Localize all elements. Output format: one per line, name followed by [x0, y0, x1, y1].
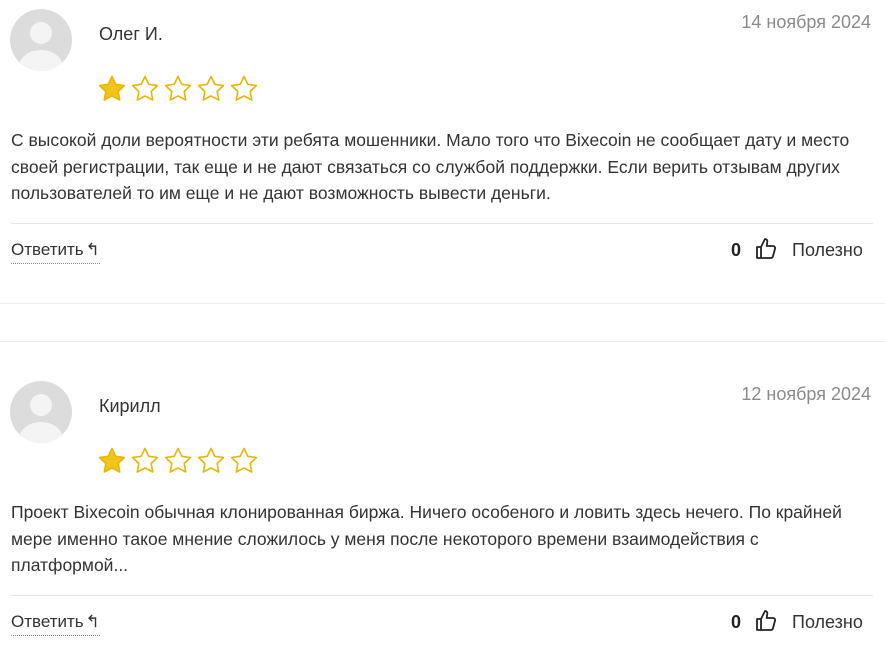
user-silhouette-icon — [19, 22, 63, 71]
rating-stars — [97, 446, 259, 476]
avatar — [10, 9, 72, 71]
star-icon — [164, 447, 192, 473]
helpful-count: 0 — [731, 240, 742, 260]
review-date: 14 ноября 2024 — [741, 12, 871, 32]
star-icon — [131, 447, 159, 473]
star-icon — [164, 75, 192, 101]
star-icon — [197, 447, 225, 473]
review-text: Проект Bixecoin обычная клонированная би… — [11, 502, 842, 575]
star-icon — [131, 75, 159, 101]
star-icon — [197, 75, 225, 101]
reply-label: Ответить — [11, 240, 84, 259]
thumbs-up-icon[interactable] — [754, 237, 778, 261]
reply-arrow-icon: ↰ — [85, 240, 100, 259]
thumbs-up-icon[interactable] — [754, 609, 778, 633]
reply-button[interactable]: Ответить ↰ — [11, 612, 100, 636]
rating-stars — [97, 74, 259, 104]
user-silhouette-icon — [19, 394, 63, 443]
divider — [11, 223, 873, 224]
review-text: С высокой доли вероятности эти ребята мо… — [11, 130, 850, 203]
review-author: Кирилл — [99, 396, 161, 416]
review-date: 12 ноября 2024 — [741, 384, 871, 404]
section-separator — [0, 303, 885, 304]
helpful-button[interactable]: Полезно — [792, 612, 863, 633]
star-icon — [230, 75, 258, 101]
helpful-button[interactable]: Полезно — [792, 240, 863, 261]
reply-label: Ответить — [11, 612, 84, 631]
helpful-count: 0 — [731, 612, 742, 632]
reply-arrow-icon: ↰ — [85, 612, 100, 631]
section-separator — [0, 341, 885, 342]
star-icon — [230, 447, 258, 473]
review-author: Олег И. — [99, 24, 163, 44]
reply-button[interactable]: Ответить ↰ — [11, 240, 100, 264]
star-icon — [98, 75, 126, 101]
divider — [11, 595, 873, 596]
star-icon — [98, 447, 126, 473]
avatar — [10, 381, 72, 443]
